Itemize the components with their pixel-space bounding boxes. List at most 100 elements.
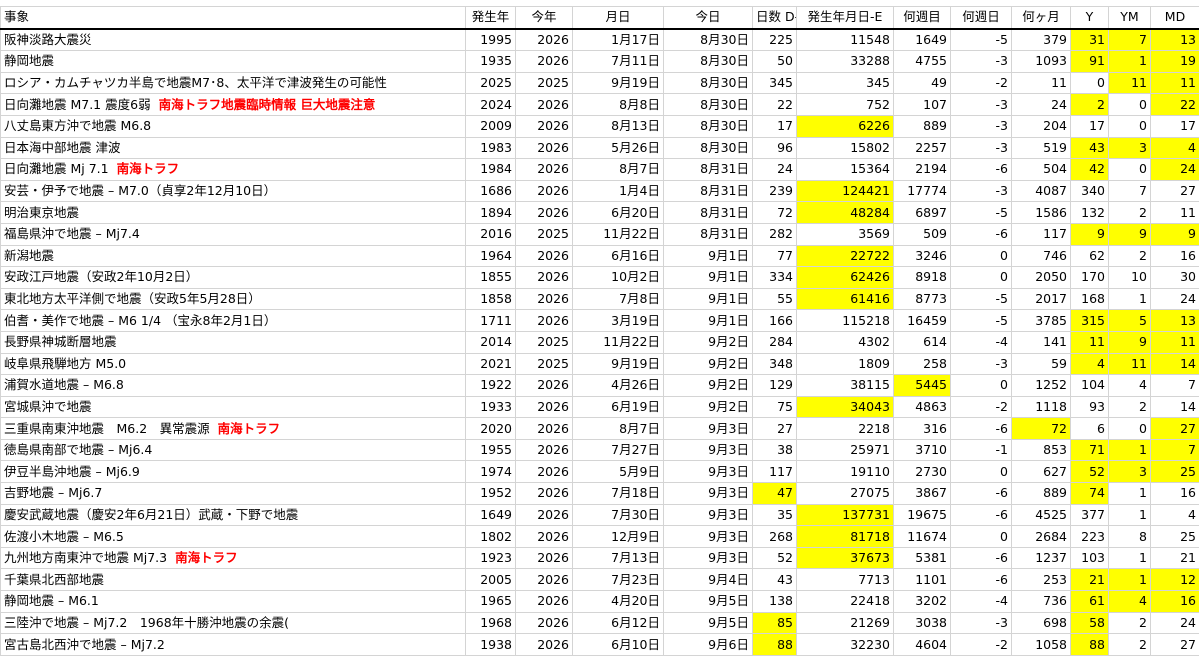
cell-md[interactable]: 22 [1150, 93, 1199, 116]
cell-weeks[interactable]: 4863 [893, 395, 951, 419]
cell-event[interactable]: 静岡地震 [0, 50, 466, 73]
cell-today[interactable]: 9月3日 [663, 546, 753, 570]
cell-birth-year[interactable]: 1938 [465, 633, 516, 656]
cell-month-day[interactable]: 1月4日 [572, 179, 664, 203]
cell-month-day[interactable]: 8月13日 [572, 114, 664, 138]
cell-this-year[interactable]: 2026 [515, 114, 573, 138]
cell-months[interactable]: 59 [1011, 352, 1071, 376]
cell-days[interactable]: 55 [752, 287, 797, 311]
cell-birth-year[interactable]: 1984 [465, 158, 516, 181]
cell-total-days[interactable]: 15364 [796, 158, 894, 181]
cell-y[interactable]: 9 [1070, 222, 1109, 246]
cell-today[interactable]: 9月1日 [663, 309, 753, 332]
cell-ym[interactable]: 7 [1108, 179, 1151, 203]
cell-this-year[interactable]: 2026 [515, 201, 573, 224]
cell-total-days[interactable]: 15802 [796, 136, 894, 160]
cell-ym[interactable]: 1 [1108, 482, 1151, 505]
cell-event[interactable]: 新潟地震 [0, 244, 466, 268]
cell-days[interactable]: 268 [752, 525, 797, 548]
cell-months[interactable]: 627 [1011, 460, 1071, 484]
cell-event[interactable]: 岐阜県飛騨地方 M5.0 [0, 352, 466, 376]
cell-ym[interactable]: 4 [1108, 374, 1151, 397]
cell-md[interactable]: 19 [1150, 50, 1199, 73]
cell-ym[interactable]: 10 [1108, 266, 1151, 289]
cell-total-days[interactable]: 345 [796, 71, 894, 95]
cell-birth-year[interactable]: 2021 [465, 352, 516, 376]
cell-weekday[interactable]: -5 [950, 309, 1012, 332]
cell-today[interactable]: 9月3日 [663, 503, 753, 527]
cell-md[interactable]: 27 [1150, 417, 1199, 440]
cell-total-days[interactable]: 115218 [796, 309, 894, 332]
cell-birth-year[interactable]: 1855 [465, 266, 516, 289]
cell-weeks[interactable]: 2257 [893, 136, 951, 160]
cell-y[interactable]: 170 [1070, 266, 1109, 289]
cell-months[interactable]: 2684 [1011, 525, 1071, 548]
cell-total-days[interactable]: 4302 [796, 330, 894, 354]
cell-weeks[interactable]: 1649 [893, 28, 951, 52]
cell-total-days[interactable]: 2218 [796, 417, 894, 440]
cell-ym[interactable]: 8 [1108, 525, 1151, 548]
cell-this-year[interactable]: 2026 [515, 482, 573, 505]
cell-event[interactable]: 安芸・伊予で地震 – M7.0（貞享2年12月10日） [0, 179, 466, 203]
cell-birth-year[interactable]: 2020 [465, 417, 516, 440]
cell-md[interactable]: 14 [1150, 352, 1199, 376]
cell-total-days[interactable]: 137731 [796, 503, 894, 527]
cell-months[interactable]: 736 [1011, 590, 1071, 613]
cell-md[interactable]: 7 [1150, 438, 1199, 462]
cell-today[interactable]: 9月3日 [663, 460, 753, 484]
cell-today[interactable]: 9月2日 [663, 374, 753, 397]
cell-y[interactable]: 0 [1070, 71, 1109, 95]
cell-weekday[interactable]: 0 [950, 460, 1012, 484]
cell-days[interactable]: 17 [752, 114, 797, 138]
cell-weekday[interactable]: -3 [950, 136, 1012, 160]
cell-today[interactable]: 9月1日 [663, 287, 753, 311]
header-y[interactable]: Y [1070, 5, 1109, 30]
cell-event[interactable]: 千葉県北西部地震 [0, 568, 466, 592]
cell-months[interactable]: 253 [1011, 568, 1071, 592]
header-ym[interactable]: YM [1108, 5, 1151, 30]
cell-weeks[interactable]: 3038 [893, 611, 951, 635]
cell-total-days[interactable]: 1809 [796, 352, 894, 376]
cell-month-day[interactable]: 4月20日 [572, 590, 664, 613]
cell-y[interactable]: 223 [1070, 525, 1109, 548]
cell-event[interactable]: 福島県沖で地震 – Mj7.4 [0, 222, 466, 246]
cell-this-year[interactable]: 2026 [515, 503, 573, 527]
cell-month-day[interactable]: 7月13日 [572, 546, 664, 570]
cell-weeks[interactable]: 3710 [893, 438, 951, 462]
cell-ym[interactable]: 1 [1108, 50, 1151, 73]
cell-weeks[interactable]: 107 [893, 93, 951, 116]
header-months[interactable]: 何ヶ月 [1011, 5, 1071, 30]
cell-ym[interactable]: 1 [1108, 438, 1151, 462]
cell-weeks[interactable]: 258 [893, 352, 951, 376]
cell-months[interactable]: 117 [1011, 222, 1071, 246]
cell-this-year[interactable]: 2026 [515, 287, 573, 311]
cell-total-days[interactable]: 19110 [796, 460, 894, 484]
cell-birth-year[interactable]: 2016 [465, 222, 516, 246]
cell-total-days[interactable]: 11548 [796, 28, 894, 52]
cell-event[interactable]: 長野県神城断層地震 [0, 330, 466, 354]
cell-ym[interactable]: 0 [1108, 114, 1151, 138]
cell-today[interactable]: 8月31日 [663, 201, 753, 224]
cell-y[interactable]: 2 [1070, 93, 1109, 116]
cell-md[interactable]: 13 [1150, 309, 1199, 332]
cell-weeks[interactable]: 3867 [893, 482, 951, 505]
cell-this-year[interactable]: 2025 [515, 352, 573, 376]
header-weekday[interactable]: 何週日 [950, 5, 1012, 30]
cell-event[interactable]: 伯耆・美作で地震 – M6 1/4 （宝永8年2月1日） [0, 309, 466, 332]
cell-month-day[interactable]: 9月19日 [572, 352, 664, 376]
header-this-year[interactable]: 今年 [515, 5, 573, 30]
cell-ym[interactable]: 2 [1108, 611, 1151, 635]
cell-weeks[interactable]: 2730 [893, 460, 951, 484]
cell-weekday[interactable]: -4 [950, 590, 1012, 613]
cell-month-day[interactable]: 6月10日 [572, 633, 664, 656]
cell-months[interactable]: 2050 [1011, 266, 1071, 289]
cell-md[interactable]: 11 [1150, 330, 1199, 354]
cell-today[interactable]: 9月2日 [663, 395, 753, 419]
cell-month-day[interactable]: 7月23日 [572, 568, 664, 592]
cell-y[interactable]: 88 [1070, 633, 1109, 656]
cell-birth-year[interactable]: 2024 [465, 93, 516, 116]
cell-weekday[interactable]: -6 [950, 503, 1012, 527]
cell-y[interactable]: 52 [1070, 460, 1109, 484]
cell-month-day[interactable]: 8月7日 [572, 417, 664, 440]
cell-event[interactable]: 明治東京地震 [0, 201, 466, 224]
